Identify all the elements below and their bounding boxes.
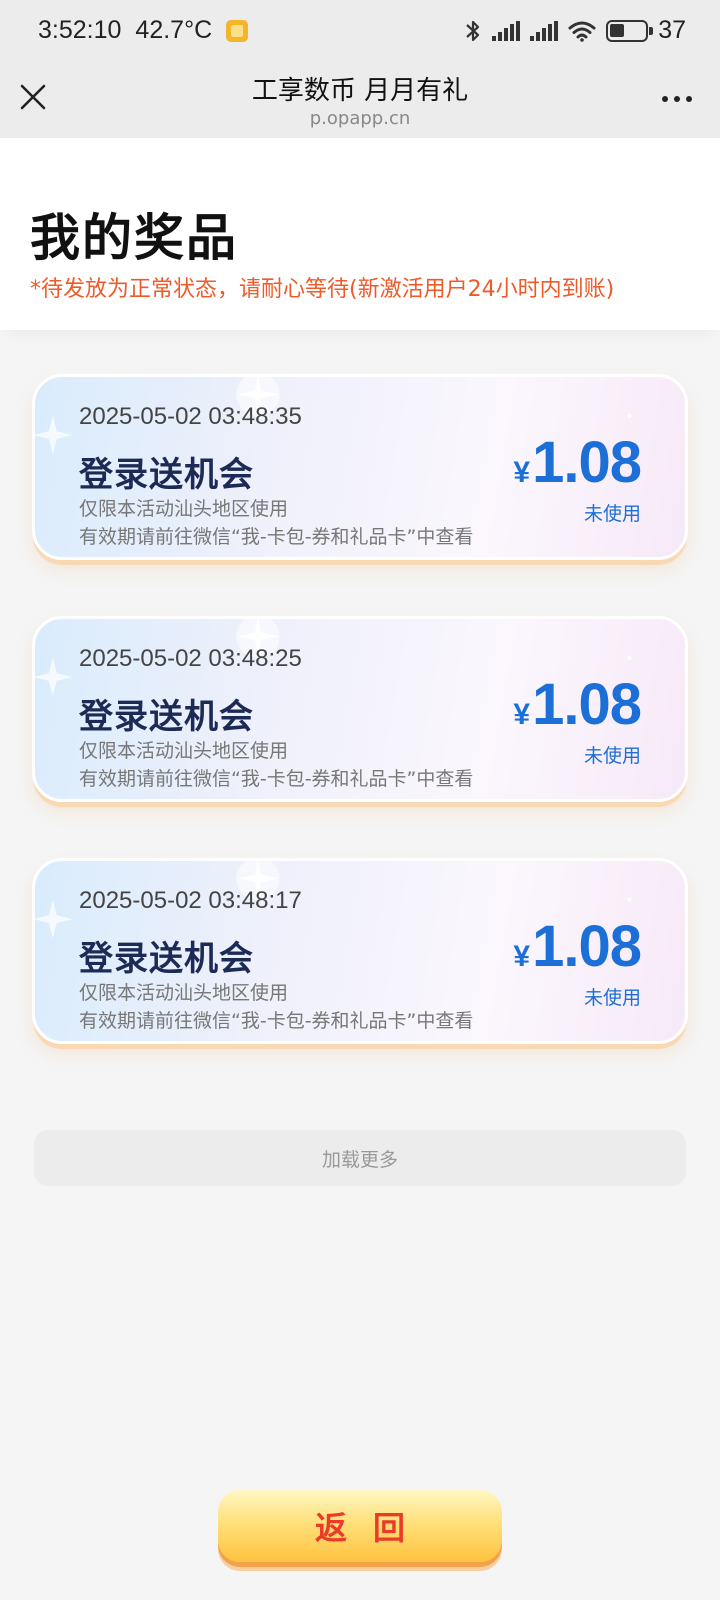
prize-title: 登录送机会 [79, 697, 254, 737]
prize-value: 1.08 [532, 672, 642, 737]
prize-value: 1.08 [532, 430, 642, 495]
back-button[interactable]: 返回 [218, 1490, 502, 1562]
prize-validity-note: 有效期请前往微信“我-卡包-券和礼品卡”中查看 [79, 768, 474, 790]
prize-card: 2025-05-02 03:48:25 登录送机会 仅限本活动汕头地区使用 有效… [32, 616, 688, 802]
prize-amount: ¥ 1.08 [513, 913, 642, 980]
load-more-button[interactable]: 加载更多 [34, 1130, 686, 1186]
prize-validity-note: 有效期请前往微信“我-卡包-券和礼品卡”中查看 [79, 526, 474, 548]
prize-time: 2025-05-02 03:48:17 [79, 887, 302, 914]
page-header: 我的奖品 *待发放为正常状态，请耐心等待(新激活用户24小时内到账) [0, 138, 720, 330]
prize-region-note: 仅限本活动汕头地区使用 [79, 498, 289, 520]
wifi-icon [568, 21, 596, 42]
prize-region-note: 仅限本活动汕头地区使用 [79, 982, 289, 1004]
currency-symbol: ¥ [513, 698, 531, 731]
prize-time: 2025-05-02 03:48:35 [79, 403, 302, 430]
nav-url: p.opapp.cn [309, 108, 411, 129]
prize-title: 登录送机会 [79, 939, 254, 979]
prize-status: 未使用 [583, 745, 641, 767]
battery-level: 37 [658, 16, 686, 44]
prize-card: 2025-05-02 03:48:17 登录送机会 仅限本活动汕头地区使用 有效… [32, 858, 688, 1044]
status-left: 3:52:10 42.7°C [38, 16, 249, 45]
prize-amount: ¥ 1.08 [513, 671, 642, 738]
prize-amount: ¥ 1.08 [513, 429, 642, 496]
prize-value: 1.08 [532, 914, 642, 979]
prize-title: 登录送机会 [79, 455, 254, 495]
signal-icon [492, 20, 521, 41]
prize-time: 2025-05-02 03:48:25 [79, 645, 302, 672]
signal-icon-2 [530, 20, 559, 41]
nav-title: 工享数币 月月有礼 [251, 76, 469, 106]
prize-status: 未使用 [583, 503, 641, 525]
currency-symbol: ¥ [513, 940, 531, 973]
page-title: 我的奖品 [30, 209, 238, 267]
status-temperature: 42.7°C [135, 16, 213, 44]
bluetooth-icon [466, 20, 480, 41]
status-bar: 3:52:10 42.7°C 37 [0, 0, 720, 62]
currency-symbol: ¥ [513, 456, 531, 489]
prize-card: 2025-05-02 03:48:35 登录送机会 仅限本活动汕头地区使用 有效… [32, 374, 688, 560]
nav-bar: 工享数币 月月有礼 p.opapp.cn [0, 62, 720, 138]
prize-region-note: 仅限本活动汕头地区使用 [79, 740, 289, 762]
back-button-label: 返回 [314, 1509, 431, 1547]
pending-notice: *待发放为正常状态，请耐心等待(新激活用户24小时内到账) [30, 277, 615, 302]
status-right: 37 [464, 16, 686, 45]
prize-validity-note: 有效期请前往微信“我-卡包-券和礼品卡”中查看 [79, 1010, 474, 1032]
status-time: 3:52:10 [38, 16, 122, 44]
battery-icon [606, 19, 654, 42]
prize-status: 未使用 [583, 987, 641, 1009]
notification-icon [226, 19, 249, 42]
more-icon[interactable] [662, 96, 692, 102]
